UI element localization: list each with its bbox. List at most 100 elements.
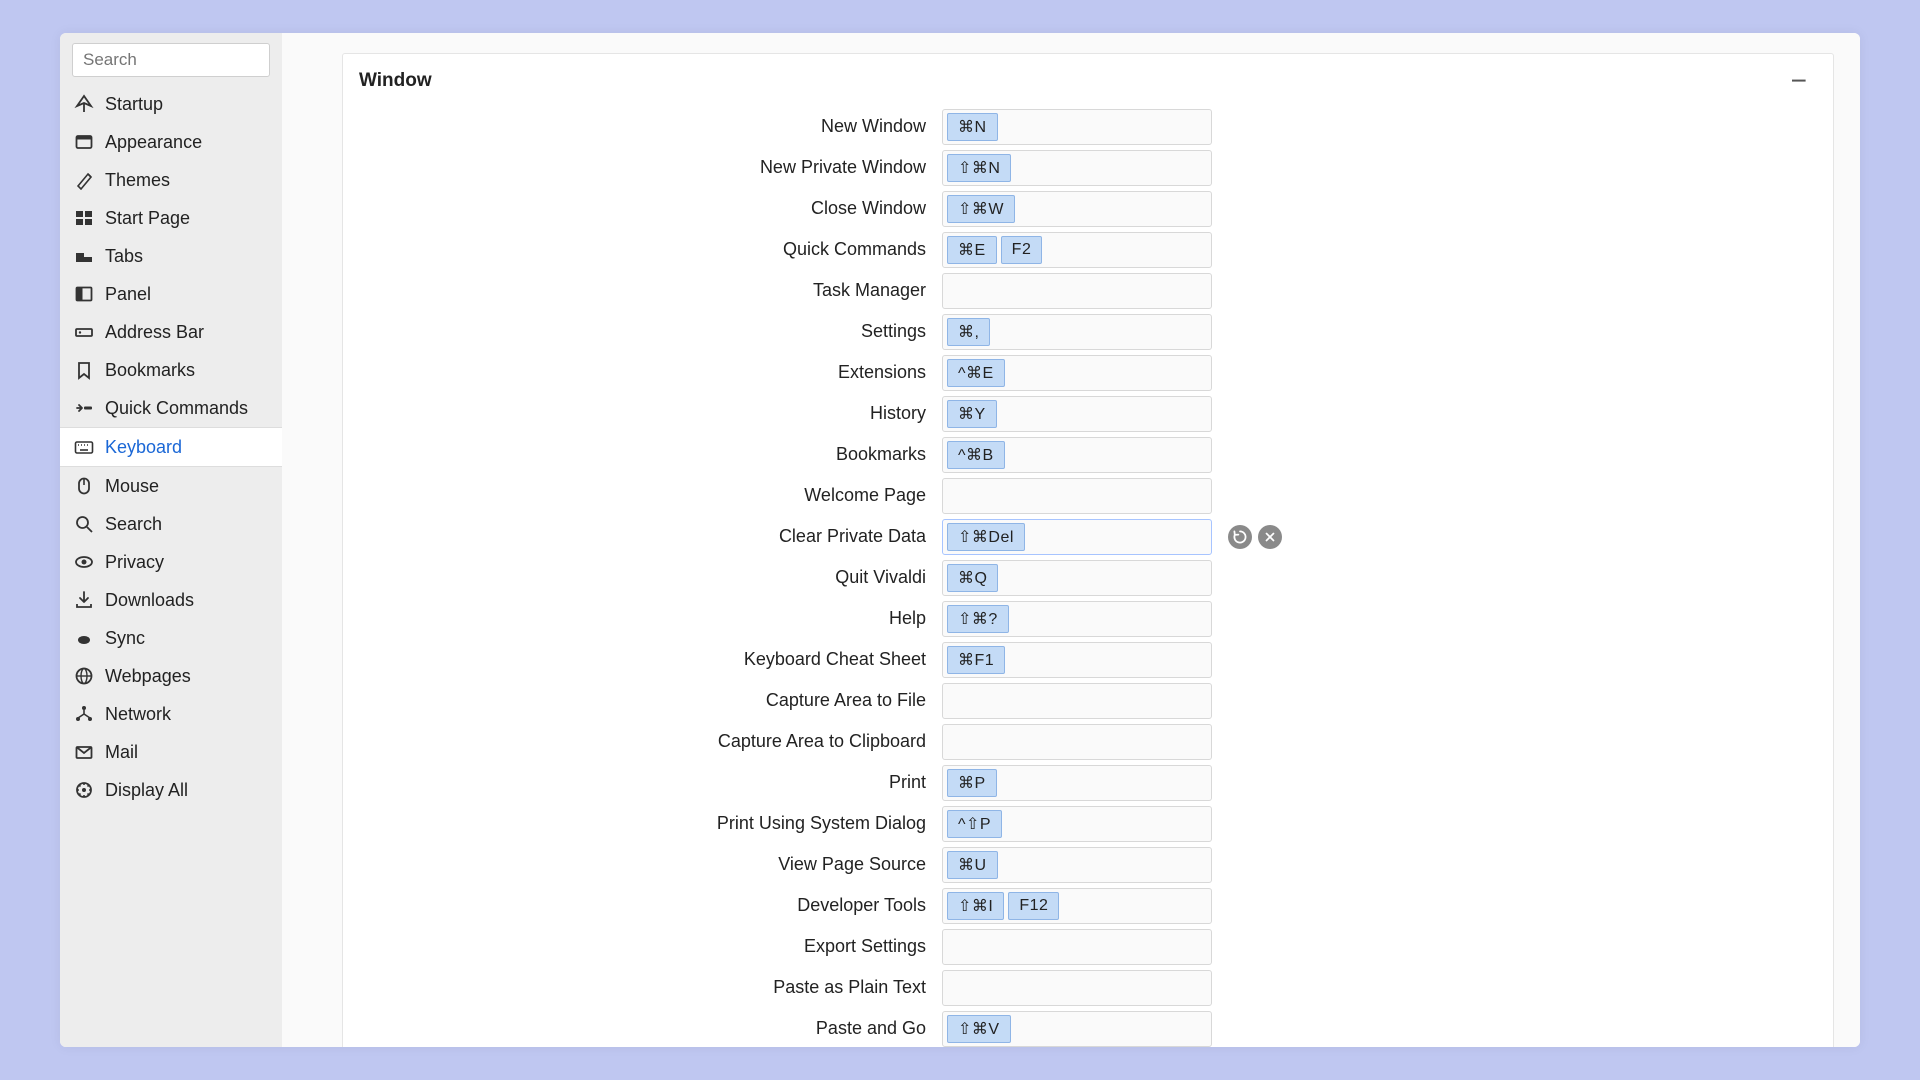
shortcut-input[interactable]: ⇧⌘Del [942,519,1212,555]
sidebar-item-keyboard[interactable]: Keyboard [60,427,282,467]
shortcut-row: Close Window⇧⌘W [351,188,1825,229]
collapse-button[interactable]: − [1783,75,1815,87]
shortcut-chip[interactable]: ^⇧P [947,810,1002,838]
panel-icon [74,284,94,304]
shortcut-chip[interactable]: ⇧⌘V [947,1015,1011,1043]
shortcut-input[interactable]: ⌘N [942,109,1212,145]
shortcut-input[interactable]: ⇧⌘N [942,150,1212,186]
sidebar-item-address-bar[interactable]: Address Bar [60,313,282,351]
sidebar-item-themes[interactable]: Themes [60,161,282,199]
shortcut-row: Quit Vivaldi⌘Q [351,557,1825,598]
sidebar-item-startup[interactable]: Startup [60,85,282,123]
reset-shortcut-button[interactable] [1228,525,1252,549]
shortcut-row: Bookmarks ^⌘B [351,434,1825,475]
shortcut-chip[interactable]: ⇧⌘Del [947,523,1025,551]
shortcut-input[interactable]: ⇧⌘? [942,601,1212,637]
sidebar-item-label: Sync [105,628,145,649]
settings-window: StartupAppearance Themes Start Page Tabs Pan… [60,33,1860,1047]
sidebar-item-network[interactable]: Network [60,695,282,733]
sidebar-item-label: Tabs [105,246,143,267]
sidebar-item-start-page[interactable]: Start Page [60,199,282,237]
sidebar-item-search[interactable]: Search [60,505,282,543]
shortcut-label: Capture Area to Clipboard [351,731,930,752]
sidebar-item-bookmarks[interactable]: Bookmarks [60,351,282,389]
shortcut-row: Task Manager [351,270,1825,311]
shortcut-chip[interactable]: ⌘U [947,851,998,879]
sidebar-item-panel[interactable]: Panel [60,275,282,313]
shortcut-chip[interactable]: ⇧⌘I [947,892,1004,920]
shortcut-chip[interactable]: F2 [1001,236,1043,264]
shortcut-input[interactable]: ⌘F1 [942,642,1212,678]
shortcut-label: Quick Commands [351,239,930,260]
shortcut-chip[interactable]: ⇧⌘? [947,605,1009,633]
sidebar-item-label: Privacy [105,552,164,573]
shortcut-chip[interactable]: ^⌘E [947,359,1005,387]
shortcut-chip[interactable]: ⌘P [947,769,997,797]
downloads-icon [74,590,94,610]
shortcut-chip[interactable]: ^⌘B [947,441,1005,469]
shortcut-label: New Window [351,116,930,137]
sidebar-item-downloads[interactable]: Downloads [60,581,282,619]
shortcut-chip[interactable]: ⇧⌘W [947,195,1015,223]
sidebar-item-display-all[interactable]: Display All [60,771,282,809]
appearance-icon [74,132,94,152]
shortcut-input[interactable] [942,970,1212,1006]
shortcut-input[interactable] [942,273,1212,309]
shortcut-row: View Page Source ⌘U [351,844,1825,885]
themes-icon [74,170,94,190]
shortcut-label: Clear Private Data [351,526,930,547]
shortcut-chip[interactable]: ⌘F1 [947,646,1005,674]
shortcut-chip[interactable]: ⌘E [947,236,997,264]
shortcut-input[interactable]: ^⌘E [942,355,1212,391]
shortcut-label: Task Manager [351,280,930,301]
shortcut-row: Developer Tools⇧⌘IF12 [351,885,1825,926]
sidebar-item-label: Quick Commands [105,398,248,419]
shortcut-input[interactable] [942,683,1212,719]
shortcut-input[interactable]: ⇧⌘V [942,1011,1212,1047]
shortcut-chip[interactable]: ⇧⌘N [947,154,1011,182]
shortcut-rows: New Window⌘NNew Private Window⇧⌘NClose W… [351,106,1825,1047]
shortcut-input[interactable]: ⌘EF2 [942,232,1212,268]
display-all-icon [74,780,94,800]
shortcut-input[interactable]: ^⌘B [942,437,1212,473]
shortcut-input[interactable] [942,929,1212,965]
mouse-icon [74,476,94,496]
shortcut-input[interactable]: ⌘P [942,765,1212,801]
search-input[interactable] [72,43,270,77]
shortcut-input[interactable]: ⌘, [942,314,1212,350]
shortcut-input[interactable]: ⌘U [942,847,1212,883]
shortcut-chip[interactable]: ⌘Y [947,400,997,428]
sidebar-item-sync[interactable]: Sync [60,619,282,657]
sidebar-item-label: Address Bar [105,322,204,343]
shortcut-chip[interactable]: F12 [1008,892,1059,920]
shortcut-chip[interactable]: ⌘Q [947,564,998,592]
sidebar-item-appearance[interactable]: Appearance [60,123,282,161]
clear-shortcut-button[interactable] [1258,525,1282,549]
sidebar-item-webpages[interactable]: Webpages [60,657,282,695]
shortcut-label: Paste and Go [351,1018,930,1039]
shortcut-input[interactable]: ⌘Y [942,396,1212,432]
shortcut-label: Bookmarks [351,444,930,465]
sidebar-item-mail[interactable]: Mail [60,733,282,771]
shortcut-chip[interactable]: ⌘N [947,113,998,141]
shortcut-input[interactable]: ⌘Q [942,560,1212,596]
shortcut-input[interactable]: ^⇧P [942,806,1212,842]
network-icon [74,704,94,724]
shortcut-input[interactable]: ⇧⌘IF12 [942,888,1212,924]
shortcut-input[interactable] [942,724,1212,760]
sidebar-item-tabs[interactable]: Tabs [60,237,282,275]
sidebar-item-quick-commands[interactable]: Quick Commands [60,389,282,427]
sidebar-item-label: Webpages [105,666,191,687]
shortcut-row: Welcome Page [351,475,1825,516]
sidebar-item-privacy[interactable]: Privacy [60,543,282,581]
shortcut-row: Paste as Plain Text [351,967,1825,1008]
sidebar-item-label: Themes [105,170,170,191]
shortcut-input[interactable]: ⇧⌘W [942,191,1212,227]
sidebar-item-mouse[interactable]: Mouse [60,467,282,505]
shortcut-row: History⌘Y [351,393,1825,434]
shortcut-chip[interactable]: ⌘, [947,318,990,346]
shortcut-label: Paste as Plain Text [351,977,930,998]
shortcut-label: View Page Source [351,854,930,875]
shortcut-label: Keyboard Cheat Sheet [351,649,930,670]
shortcut-input[interactable] [942,478,1212,514]
